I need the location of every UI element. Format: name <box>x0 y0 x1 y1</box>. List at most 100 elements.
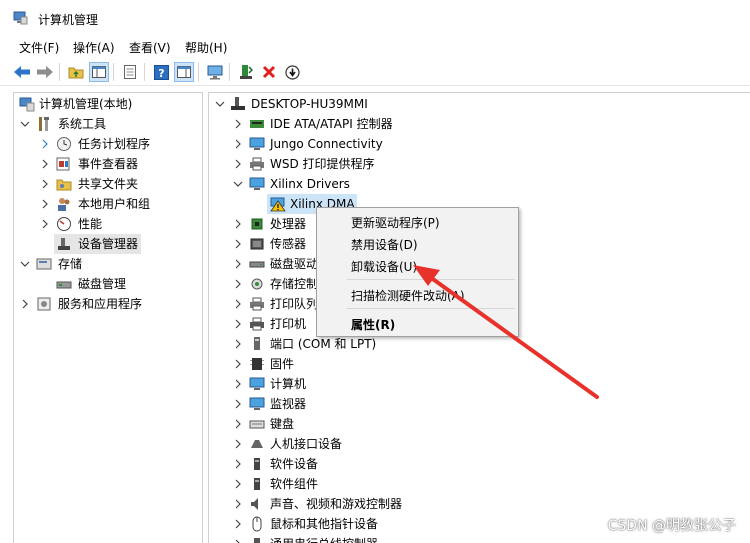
clock-icon <box>57 137 71 151</box>
up-folder-icon[interactable] <box>66 62 86 82</box>
chevron-right-icon[interactable] <box>233 119 243 129</box>
device-label: 软件设备 <box>270 457 319 471</box>
device-category-wsd[interactable]: WSD 打印提供程序 <box>209 154 749 174</box>
port-icon <box>254 337 260 350</box>
device-category-hid[interactable]: 人机接口设备 <box>209 434 749 454</box>
usb-icon <box>254 538 260 543</box>
device-category-keyboards[interactable]: 键盘 <box>209 414 749 434</box>
menu-help[interactable]: 帮助(H) <box>185 39 227 56</box>
chevron-right-icon[interactable] <box>233 299 243 309</box>
tree-item-system-tools[interactable]: 系统工具 <box>14 114 202 134</box>
show-hide-action-pane-icon[interactable] <box>174 62 194 82</box>
device-category-monitors[interactable]: 监视器 <box>209 394 749 414</box>
printer-icon <box>250 317 264 331</box>
tree-label: 设备管理器 <box>78 237 139 251</box>
context-properties[interactable]: 属性(R) <box>351 316 395 333</box>
back-arrow-icon[interactable] <box>12 62 32 82</box>
chevron-right-icon[interactable] <box>233 439 243 449</box>
context-disable-device[interactable]: 禁用设备(D) <box>351 236 418 253</box>
context-uninstall-device[interactable]: 卸载设备(U) <box>351 258 417 275</box>
device-label: 打印队列 <box>270 297 319 311</box>
forward-arrow-icon[interactable] <box>35 62 55 82</box>
tree-item-storage[interactable]: 存储 <box>14 254 202 274</box>
ide-controller-icon <box>250 120 264 128</box>
title-bar: 计算机管理 <box>0 0 750 36</box>
tree-item-device-manager[interactable]: 设备管理器 <box>14 234 202 254</box>
tree-item-local-users[interactable]: 本地用户和组 <box>14 194 202 214</box>
device-category-sound[interactable]: 声音、视频和游戏控制器 <box>209 494 749 514</box>
watermark-text: CSDN @明教张公子 <box>607 518 736 534</box>
device-label: 磁盘驱动 <box>270 257 319 271</box>
device-category-software-devices[interactable]: 软件设备 <box>209 454 749 474</box>
computer-icon <box>249 377 265 390</box>
device-category-jungo[interactable]: Jungo Connectivity <box>209 134 749 154</box>
device-category-computer[interactable]: 计算机 <box>209 374 749 394</box>
properties-icon[interactable] <box>120 62 140 82</box>
update-driver-icon[interactable] <box>236 62 256 82</box>
context-update-driver[interactable]: 更新驱动程序(P) <box>351 214 440 231</box>
device-label: 键盘 <box>270 417 295 431</box>
chevron-right-icon[interactable] <box>233 279 243 289</box>
chevron-down-icon[interactable] <box>20 259 30 269</box>
toolbar-separator <box>198 63 199 81</box>
tree-item-shared-folders[interactable]: 共享文件夹 <box>14 174 202 194</box>
chevron-right-icon[interactable] <box>233 379 243 389</box>
tree-label: 事件查看器 <box>78 157 139 171</box>
chevron-right-icon[interactable] <box>233 319 243 329</box>
chevron-right-icon[interactable] <box>233 399 243 409</box>
chevron-down-icon[interactable] <box>233 179 243 189</box>
context-scan-hardware[interactable]: 扫描检测硬件改动(A) <box>351 287 465 304</box>
chevron-down-icon[interactable] <box>20 119 30 129</box>
chevron-right-icon[interactable] <box>233 259 243 269</box>
device-category-ports[interactable]: 端口 (COM 和 LPT) <box>209 334 749 354</box>
chevron-right-icon[interactable] <box>233 239 243 249</box>
software-device-icon <box>254 458 260 470</box>
chevron-right-icon[interactable] <box>233 459 243 469</box>
tree-item-disk-management[interactable]: 磁盘管理 <box>14 274 202 294</box>
chevron-right-icon[interactable] <box>233 499 243 509</box>
disable-device-icon[interactable] <box>282 62 302 82</box>
console-tree-icon[interactable] <box>89 62 109 82</box>
chevron-right-icon[interactable] <box>40 219 50 229</box>
tree-item-computer-management[interactable]: 计算机管理(本地) <box>14 94 202 114</box>
device-category-firmware[interactable]: 固件 <box>209 354 749 374</box>
menu-file[interactable]: 文件(F) <box>19 39 59 56</box>
chevron-right-icon[interactable] <box>40 159 50 169</box>
chevron-right-icon[interactable] <box>233 139 243 149</box>
chevron-down-icon[interactable] <box>215 99 225 109</box>
tree-item-event-viewer[interactable]: 事件查看器 <box>14 154 202 174</box>
chevron-right-icon[interactable] <box>233 539 243 543</box>
uninstall-x-icon[interactable] <box>259 62 279 82</box>
device-root-computer[interactable]: DESKTOP-HU39MMI <box>209 94 749 114</box>
device-label: 端口 (COM 和 LPT) <box>270 337 377 351</box>
chevron-right-icon[interactable] <box>40 139 50 149</box>
monitor-icon[interactable] <box>205 62 225 82</box>
chevron-right-icon[interactable] <box>233 519 243 529</box>
device-category-ide[interactable]: IDE ATA/ATAPI 控制器 <box>209 114 749 134</box>
device-category-software-components[interactable]: 软件组件 <box>209 474 749 494</box>
tree-item-task-scheduler[interactable]: 任务计划程序 <box>14 134 202 154</box>
chevron-right-icon[interactable] <box>233 419 243 429</box>
chevron-right-icon[interactable] <box>40 179 50 189</box>
tree-item-services-apps[interactable]: 服务和应用程序 <box>14 294 202 314</box>
help-icon[interactable]: ? <box>151 62 171 82</box>
chevron-right-icon[interactable] <box>233 159 243 169</box>
services-icon <box>37 297 51 311</box>
chevron-right-icon[interactable] <box>233 219 243 229</box>
device-category-xilinx-drivers[interactable]: Xilinx Drivers <box>209 174 749 194</box>
toolbar-separator <box>113 63 114 81</box>
chevron-right-icon[interactable] <box>233 479 243 489</box>
speaker-icon <box>251 498 258 510</box>
menu-action[interactable]: 操作(A) <box>73 39 115 56</box>
storage-icon <box>36 258 52 270</box>
disk-drive-icon <box>249 261 265 268</box>
chevron-right-icon[interactable] <box>40 199 50 209</box>
chevron-right-icon[interactable] <box>233 359 243 369</box>
tree-label: 性能 <box>78 217 103 231</box>
device-category-usb[interactable]: 通用串行总线控制器 <box>209 534 749 543</box>
toolbar-separator <box>59 63 60 81</box>
chevron-right-icon[interactable] <box>20 299 30 309</box>
chevron-right-icon[interactable] <box>233 339 243 349</box>
tree-item-performance[interactable]: 性能 <box>14 214 202 234</box>
menu-view[interactable]: 查看(V) <box>129 39 171 56</box>
